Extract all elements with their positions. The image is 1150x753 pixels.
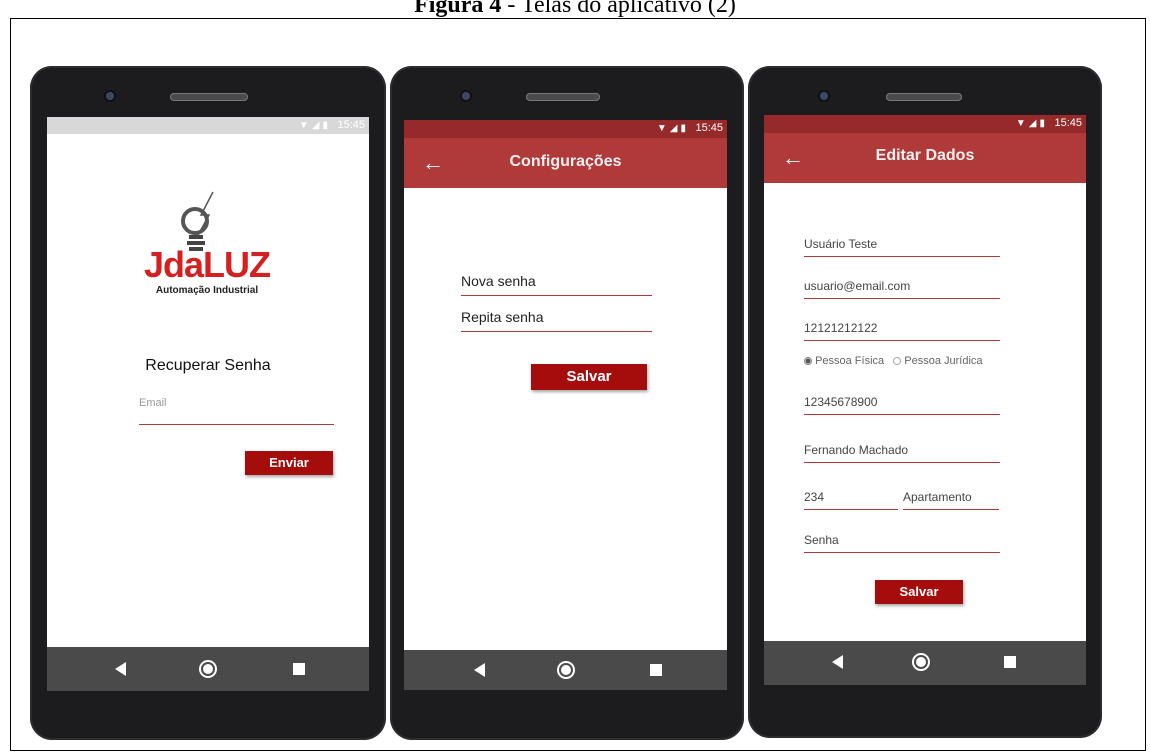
number-field[interactable]: 234 — [804, 490, 898, 510]
status-time: 15:45 — [337, 119, 365, 131]
status-bar: ▼◢▮ 15:45 — [764, 115, 1086, 133]
email-field[interactable]: Email — [139, 397, 334, 425]
save-button[interactable]: Salvar — [531, 364, 647, 390]
speaker-grille — [886, 93, 962, 101]
camera-icon — [462, 92, 470, 100]
status-time: 15:45 — [695, 122, 723, 134]
phone-edit-data: ▼◢▮ 15:45 ← Editar Dados Usuário Teste u… — [748, 66, 1102, 738]
radio-pessoa-fisica[interactable]: Pessoa Física — [804, 355, 887, 367]
radio-checked-icon — [804, 357, 812, 365]
camera-icon — [820, 92, 828, 100]
recent-apps-icon[interactable] — [1004, 656, 1016, 668]
repeat-password-field[interactable]: Repita senha — [461, 309, 652, 332]
email-field[interactable]: usuario@email.com — [804, 279, 1000, 299]
save-button[interactable]: Salvar — [875, 580, 963, 604]
back-nav-icon[interactable] — [474, 663, 485, 677]
status-time: 15:45 — [1054, 117, 1082, 129]
app-bar: ← Editar Dados — [764, 133, 1086, 183]
back-nav-icon[interactable] — [115, 662, 126, 676]
figure-caption: Figura 4 - Telas do aplicativo (2) — [414, 0, 736, 18]
phone-settings: ▼◢▮ 15:45 ← Configurações Nova senha Rep… — [390, 66, 744, 740]
name-field[interactable]: Usuário Teste — [804, 237, 1000, 257]
android-nav-bar — [47, 647, 369, 691]
document-field[interactable]: 12345678900 — [804, 395, 1000, 415]
screen-edit-data: ▼◢▮ 15:45 ← Editar Dados Usuário Teste u… — [764, 115, 1086, 685]
logo-wordmark: JdaLUZ — [143, 244, 271, 285]
android-nav-bar — [404, 650, 727, 690]
complement-field[interactable]: Apartamento — [903, 490, 999, 510]
home-nav-icon[interactable] — [916, 657, 926, 667]
speaker-grille — [526, 93, 600, 101]
screen-recover-password: ▼◢▮ 15:45 JdaLUZ Automação Industrial Re… — [47, 117, 369, 691]
radio-pessoa-fisica-label: Pessoa Física — [815, 355, 885, 367]
phone-recover-password: ▼◢▮ 15:45 JdaLUZ Automação Industrial Re… — [30, 66, 386, 740]
new-password-field[interactable]: Nova senha — [461, 273, 652, 296]
speaker-grille — [170, 93, 248, 101]
status-icons: ▼◢▮ — [298, 120, 331, 131]
status-icons: ▼◢▮ — [1015, 118, 1048, 129]
send-button[interactable]: Enviar — [245, 451, 333, 475]
home-nav-icon[interactable] — [203, 664, 213, 674]
person-type-radio-group: Pessoa Física Pessoa Jurídica — [804, 355, 983, 367]
android-nav-bar — [764, 641, 1086, 685]
radio-pessoa-juridica-label: Pessoa Jurídica — [904, 355, 983, 367]
radio-unchecked-icon — [893, 357, 902, 365]
camera-icon — [106, 92, 114, 100]
status-bar: ▼◢▮ 15:45 — [47, 117, 369, 134]
radio-pessoa-juridica[interactable]: Pessoa Jurídica — [893, 355, 983, 367]
screen-settings: ▼◢▮ 15:45 ← Configurações Nova senha Rep… — [404, 120, 727, 690]
phone-field[interactable]: 12121212122 — [804, 321, 1000, 341]
status-icons: ▼◢▮ — [656, 123, 689, 134]
status-bar: ▼◢▮ 15:45 — [404, 120, 727, 138]
street-field[interactable]: Fernando Machado — [804, 443, 1000, 463]
page-title: Recuperar Senha — [145, 357, 271, 374]
back-nav-icon[interactable] — [832, 655, 843, 669]
page-title: Editar Dados — [875, 147, 975, 164]
password-field[interactable]: Senha — [804, 533, 1000, 553]
home-nav-icon[interactable] — [561, 665, 571, 675]
page-title: Configurações — [509, 153, 622, 170]
logo-tagline: Automação Industrial — [155, 285, 259, 296]
recent-apps-icon[interactable] — [293, 663, 305, 675]
app-bar: ← Configurações — [404, 138, 727, 188]
recent-apps-icon[interactable] — [650, 664, 662, 676]
